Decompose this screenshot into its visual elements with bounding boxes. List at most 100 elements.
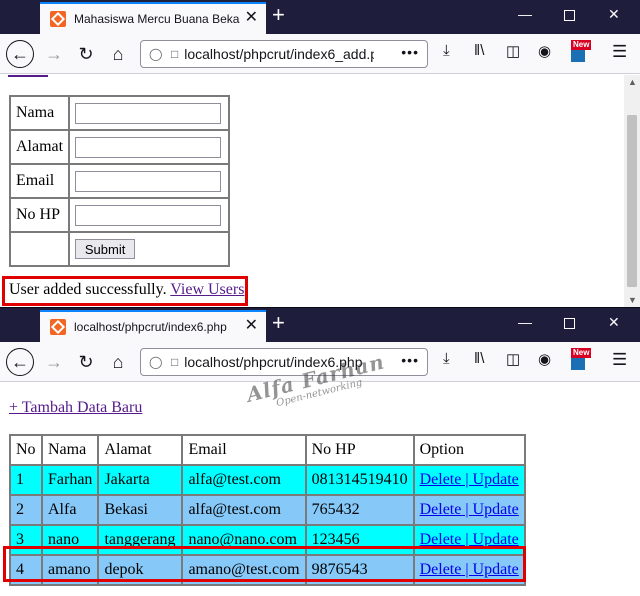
tab-active[interactable]: localhost/phpcrut/index6.php ✕ [40,310,266,342]
alamat-input[interactable] [75,136,222,158]
table-row: 1 Farhan Jakarta alfa@test.com 081314519… [10,465,525,495]
field-label: Nama [10,96,70,130]
cell-no: 1 [10,465,42,495]
download-icon[interactable]: ⤓ [443,350,450,367]
close-window-icon[interactable]: ✕ [608,314,620,331]
library-icon[interactable]: ‖\ [474,350,484,367]
minimize-icon[interactable]: — [518,314,532,330]
title-bar: localhost/phpcrut/index6.php ✕ + — ✕ [0,308,640,342]
cell-option: Delete | Update [413,495,525,525]
page-actions-icon[interactable]: ••• [401,352,419,368]
new-tab-button[interactable]: + [272,312,285,334]
cell-email: alfa@test.com [182,465,306,495]
maximize-icon[interactable] [564,314,575,329]
table-row: 2 Alfa Bekasi alfa@test.com 765432 Delet… [10,495,525,525]
cell-hp: 765432 [305,495,414,525]
nama-input[interactable] [75,102,222,124]
highlight-box [2,276,248,306]
new-badge: New [571,40,592,50]
account-icon[interactable]: ◉ [538,42,551,60]
forward-button[interactable]: → [40,348,68,376]
column-header: Option [413,435,525,465]
email-input[interactable] [75,170,222,192]
new-tab-button[interactable]: + [272,4,285,26]
reload-button[interactable]: ↻ [72,348,100,376]
url-text[interactable]: localhost/phpcrut/index6_add.php [184,46,374,62]
cell-hp: 081314519410 [305,465,414,495]
new-badge: New [571,348,592,358]
home-button[interactable]: ⌂ [104,348,132,376]
menu-icon[interactable]: ☰ [612,42,627,62]
extension-icon[interactable]: New [569,40,593,64]
tab-close-icon[interactable]: ✕ [245,10,258,26]
add-user-form: Nama Alamat Email No HP Submit [9,95,231,267]
delete-label[interactable]: Delete [420,501,462,518]
minimize-icon[interactable]: — [518,6,532,22]
delete-link[interactable]: Delete | [420,501,473,518]
delete-label[interactable]: Delete [420,471,462,488]
url-text[interactable]: localhost/phpcrut/index6.php [184,354,374,370]
update-link[interactable]: Update [473,471,519,488]
column-header: No HP [305,435,414,465]
highlight-box [3,546,526,582]
sidebar-icon[interactable]: ◫ [506,350,520,368]
scroll-down-icon[interactable]: ▼ [628,295,637,305]
reload-button[interactable]: ↻ [72,40,100,68]
link-separator: | [461,471,473,488]
address-bar[interactable]: ◯ □ localhost/phpcrut/index6.php ••• [140,348,428,376]
cell-alamat: Jakarta [98,465,183,495]
extension-icon[interactable]: New [569,348,593,372]
tab-close-icon[interactable]: ✕ [245,318,258,334]
field-label: No HP [10,198,70,232]
account-icon[interactable]: ◉ [538,350,551,368]
scroll-thumb[interactable] [627,115,637,287]
cell-email: alfa@test.com [182,495,306,525]
maximize-icon[interactable] [564,6,575,21]
column-header: No [10,435,42,465]
page-actions-icon[interactable]: ••• [401,44,419,60]
library-icon[interactable]: ‖\ [474,42,484,59]
menu-icon[interactable]: ☰ [612,350,627,370]
tab-title: localhost/phpcrut/index6.php [74,320,227,334]
clipped-link[interactable] [8,75,48,77]
page-info-icon[interactable]: □ [171,355,178,369]
update-link[interactable]: Update [473,501,519,518]
link-separator: | [461,501,473,518]
title-bar: Mahasiswa Mercu Buana Bekasi ✕ + — ✕ [0,0,640,34]
column-header: Alamat [98,435,183,465]
download-icon[interactable]: ⤓ [443,42,450,59]
extension-image [571,358,585,370]
forward-button[interactable]: → [40,40,68,68]
xampp-icon [50,11,66,27]
cell-alamat: Bekasi [98,495,183,525]
scrollbar[interactable]: ▲ ▼ [624,75,640,307]
cell-nama: Farhan [42,465,99,495]
add-new-link[interactable]: + Tambah Data Baru [9,399,142,417]
field-label: Alamat [10,130,70,164]
extension-image [571,50,585,62]
shield-icon[interactable]: ◯ [149,355,163,369]
back-button[interactable]: ← [6,348,34,376]
column-header: Nama [42,435,99,465]
close-window-icon[interactable]: ✕ [608,6,620,23]
xampp-icon [50,319,66,335]
nav-bar: ← → ↻ ⌂ ◯ □ localhost/phpcrut/index6_add… [0,34,640,74]
sidebar-icon[interactable]: ◫ [506,42,520,60]
nohp-input[interactable] [75,204,222,226]
back-button[interactable]: ← [6,40,34,68]
page-info-icon[interactable]: □ [171,47,178,61]
browser-window-list: localhost/phpcrut/index6.php ✕ + — ✕ ← →… [0,307,640,596]
column-header: Email [182,435,306,465]
home-button[interactable]: ⌂ [104,40,132,68]
shield-icon[interactable]: ◯ [149,47,163,61]
tab-title: Mahasiswa Mercu Buana Bekasi [74,12,240,26]
field-label: Email [10,164,70,198]
cell-no: 2 [10,495,42,525]
scroll-up-icon[interactable]: ▲ [628,77,637,87]
tab-active[interactable]: Mahasiswa Mercu Buana Bekasi ✕ [40,2,266,34]
delete-link[interactable]: Delete | [420,471,473,488]
address-bar[interactable]: ◯ □ localhost/phpcrut/index6_add.php ••• [140,40,428,68]
empty-cell [10,232,70,266]
nav-bar: ← → ↻ ⌂ ◯ □ localhost/phpcrut/index6.php… [0,342,640,382]
submit-button[interactable]: Submit [75,239,136,259]
